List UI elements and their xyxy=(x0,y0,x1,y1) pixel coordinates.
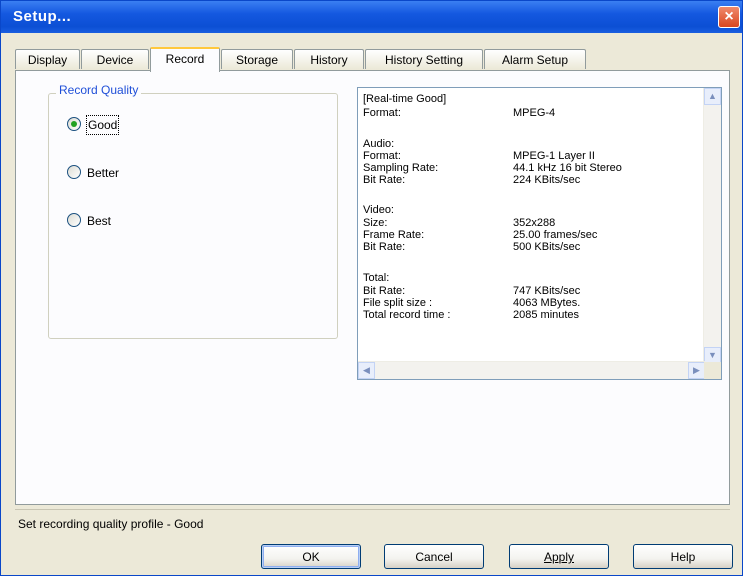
close-button[interactable]: × xyxy=(718,6,740,28)
window-title: Setup... xyxy=(13,8,72,25)
scrollbar-corner xyxy=(704,362,721,379)
close-icon: × xyxy=(724,8,734,25)
horizontal-scrollbar[interactable]: ◀ ▶ xyxy=(358,361,705,379)
tab-history[interactable]: History xyxy=(294,49,364,69)
radio-good-label[interactable]: Good xyxy=(85,115,120,135)
total-bitrate-value: 747 KBits/sec xyxy=(513,285,581,297)
ok-button[interactable]: OK xyxy=(261,544,361,569)
status-separator xyxy=(15,509,730,510)
title-bar[interactable]: Setup... × xyxy=(1,1,742,33)
audio-title: Audio: xyxy=(363,138,395,150)
format-label: Format: xyxy=(363,107,401,119)
tab-device[interactable]: Device xyxy=(81,49,149,69)
audio-format-label: Format: xyxy=(363,150,401,162)
quality-info-box[interactable]: [Real-time Good] Format: MPEG-4 Audio: F… xyxy=(357,87,722,380)
video-title: Video: xyxy=(363,204,394,216)
video-bitrate-label: Bit Rate: xyxy=(363,241,406,253)
chevron-left-icon: ◀ xyxy=(363,365,370,375)
record-quality-label: Record Quality xyxy=(56,83,142,97)
tab-history-setting[interactable]: History Setting xyxy=(365,49,483,69)
vertical-scrollbar[interactable]: ▲ ▼ xyxy=(703,88,721,364)
file-split-label: File split size : xyxy=(363,297,433,309)
help-button[interactable]: Help xyxy=(633,544,733,569)
apply-button[interactable]: Apply xyxy=(509,544,609,569)
status-text: Set recording quality profile - Good xyxy=(18,517,204,531)
format-value: MPEG-4 xyxy=(513,107,556,119)
audio-bitrate-value: 224 KBits/sec xyxy=(513,174,581,186)
radio-selected-dot xyxy=(71,121,77,127)
record-time-label: Total record time : xyxy=(363,309,451,321)
tab-record[interactable]: Record xyxy=(150,47,220,72)
scroll-up-button[interactable]: ▲ xyxy=(704,88,721,105)
scroll-left-button[interactable]: ◀ xyxy=(358,362,375,379)
tab-storage[interactable]: Storage xyxy=(221,49,293,69)
audio-sampling-value: 44.1 kHz 16 bit Stereo xyxy=(513,162,622,174)
chevron-down-icon: ▼ xyxy=(708,350,717,360)
info-header: [Real-time Good] xyxy=(363,93,447,105)
cancel-button[interactable]: Cancel xyxy=(384,544,484,569)
video-framerate-value: 25.00 frames/sec xyxy=(513,229,598,241)
video-bitrate-value: 500 KBits/sec xyxy=(513,241,581,253)
chevron-up-icon: ▲ xyxy=(708,91,717,101)
video-framerate-label: Frame Rate: xyxy=(363,229,425,241)
video-size-label: Size: xyxy=(363,217,388,229)
tab-alarm-setup[interactable]: Alarm Setup xyxy=(484,49,586,69)
radio-best-circle[interactable] xyxy=(67,213,81,227)
radio-better-label[interactable]: Better xyxy=(87,164,119,182)
file-split-value: 4063 MBytes. xyxy=(513,297,581,309)
tab-display[interactable]: Display xyxy=(15,49,80,69)
total-bitrate-label: Bit Rate: xyxy=(363,285,406,297)
record-time-value: 2085 minutes xyxy=(513,309,580,321)
total-title: Total: xyxy=(363,272,390,284)
audio-sampling-label: Sampling Rate: xyxy=(363,162,439,174)
chevron-right-icon: ▶ xyxy=(693,365,700,375)
audio-bitrate-label: Bit Rate: xyxy=(363,174,406,186)
audio-format-value: MPEG-1 Layer II xyxy=(513,150,595,162)
setup-dialog: Setup... × Display Device Record Storage… xyxy=(0,0,743,576)
video-size-value: 352x288 xyxy=(513,217,556,229)
scroll-right-button[interactable]: ▶ xyxy=(688,362,705,379)
radio-good-circle[interactable] xyxy=(67,117,81,131)
radio-best-label[interactable]: Best xyxy=(87,212,111,230)
radio-better-circle[interactable] xyxy=(67,165,81,179)
